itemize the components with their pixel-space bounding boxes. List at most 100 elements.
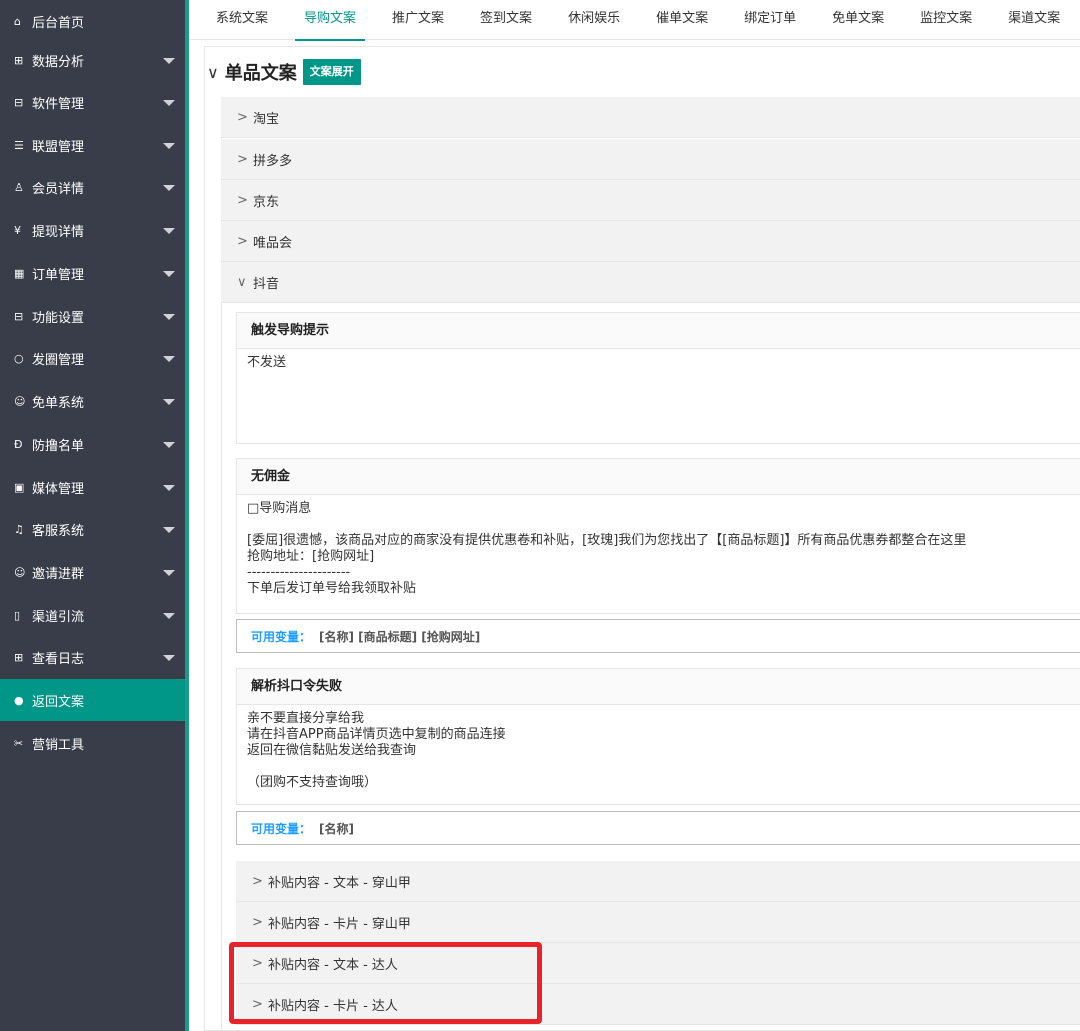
- yen-icon: ¥: [14, 223, 21, 237]
- sidebar-item-label: 订单管理: [32, 267, 85, 283]
- sidebar-item-label: 后台首页: [32, 15, 85, 31]
- columns-icon: ▯: [14, 608, 21, 622]
- accordion-subsidy-card-pangolin[interactable]: > 补贴内容 - 卡片 - 穿山甲: [236, 902, 1080, 943]
- sidebar-item-logs[interactable]: ⊞ 查看日志: [0, 636, 185, 678]
- chevron-down-icon: ∨: [237, 274, 247, 290]
- tab-bind-order[interactable]: 绑定订单: [717, 0, 805, 40]
- chart-icon: ⊞: [14, 53, 24, 67]
- sidebar-item-label: 软件管理: [32, 96, 85, 112]
- caret-down-icon: [163, 228, 175, 234]
- sidebar-item-members[interactable]: ♙ 会员详情: [0, 166, 185, 208]
- sidebar-item-label: 联盟管理: [32, 139, 85, 155]
- sidebar-item-label: 营销工具: [32, 737, 85, 753]
- parse-fail-textarea[interactable]: 亲不要直接分享给我 请在抖音APP商品详情页选中复制的商品连接 返回在微信黏贴发…: [237, 705, 1080, 797]
- sidebar-item-blacklist[interactable]: Ð 防撸名单: [0, 423, 185, 465]
- expand-copy-button[interactable]: 文案展开: [302, 59, 361, 85]
- caret-down-icon: [163, 271, 175, 277]
- panel-parse-fail: 解析抖口令失败 亲不要直接分享给我 请在抖音APP商品详情页选中复制的商品连接 …: [236, 668, 1080, 805]
- sidebar-item-withdraw[interactable]: ¥ 提现详情: [0, 209, 185, 251]
- accordion-label: 拼多多: [253, 153, 293, 169]
- caret-down-icon: [163, 485, 175, 491]
- shield-icon: Ð: [14, 437, 23, 451]
- sidebar-item-label: 渠道引流: [32, 609, 85, 625]
- tab-bar: 系统文案 导购文案 推广文案 签到文案 休闲娱乐 催单文案 绑定订单 免单文案 …: [189, 0, 1080, 41]
- caret-down-icon: [163, 442, 175, 448]
- table-icon: ▦: [14, 266, 25, 280]
- sidebar-item-software[interactable]: ⊟ 软件管理: [0, 81, 185, 123]
- scissors-icon: ✂: [14, 736, 24, 750]
- annotation-highlight-box: [229, 942, 542, 1024]
- bell-icon: ♫: [14, 522, 24, 536]
- sidebar-item-label: 会员详情: [32, 181, 85, 197]
- panel-title: 解析抖口令失败: [237, 669, 1080, 705]
- sidebar-item-label: 查看日志: [32, 651, 85, 667]
- caret-down-icon: [163, 356, 175, 362]
- tab-order-reminder[interactable]: 催单文案: [629, 0, 717, 40]
- list-icon: ☰: [14, 138, 24, 152]
- sidebar-item-channel[interactable]: ▯ 渠道引流: [0, 594, 185, 636]
- chevron-right-icon: >: [252, 873, 263, 889]
- accordion-vip[interactable]: > 唯品会: [221, 221, 1080, 262]
- sidebar-item-moments[interactable]: ○ 发圈管理: [0, 337, 185, 379]
- caret-down-icon: [163, 655, 175, 661]
- sidebar-item-label: 功能设置: [32, 310, 85, 326]
- smile-icon: ☺: [14, 394, 26, 408]
- sidebar-item-marketing[interactable]: ✂ 营销工具: [0, 722, 185, 764]
- accordion-label: 京东: [253, 194, 280, 210]
- chevron-right-icon: >: [237, 109, 248, 125]
- sidebar-item-label: 客服系统: [32, 523, 85, 539]
- chevron-down-icon: ∨: [207, 62, 219, 82]
- panel-no-commission: 无佣金 □导购消息 [委屈]很遗憾，该商品对应的商家没有提供优惠卷和补贴，[玫瑰…: [236, 458, 1080, 614]
- sidebar-item-support[interactable]: ♫ 客服系统: [0, 508, 185, 550]
- tab-monitor[interactable]: 监控文案: [893, 0, 981, 40]
- no-commission-textarea[interactable]: □导购消息 [委屈]很遗憾，该商品对应的商家没有提供优惠卷和补贴，[玫瑰]我们为…: [237, 495, 1080, 603]
- sidebar-item-free-order[interactable]: ☺ 免单系统: [0, 380, 185, 422]
- variables-label: 可用变量：: [251, 629, 312, 644]
- caret-down-icon: [163, 570, 175, 576]
- sidebar-item-media[interactable]: ▣ 媒体管理: [0, 466, 185, 508]
- sidebar-item-label: 免单系统: [32, 395, 85, 411]
- section-header[interactable]: ∨ 单品文案 文案展开: [207, 58, 361, 86]
- tab-leisure[interactable]: 休闲娱乐: [541, 0, 629, 40]
- caret-down-icon: [163, 100, 175, 106]
- accordion-subsidy-text-pangolin[interactable]: > 补贴内容 - 文本 - 穿山甲: [236, 861, 1080, 902]
- tab-system-copy[interactable]: 系统文案: [189, 0, 277, 40]
- variables-value: [名称] [商品标题] [抢购网址]: [319, 629, 481, 644]
- trigger-tip-textarea[interactable]: 不发送: [237, 349, 1080, 377]
- sidebar-item-alliance[interactable]: ☰ 联盟管理: [0, 124, 185, 166]
- accordion-jd[interactable]: > 京东: [221, 180, 1080, 221]
- tab-free-order[interactable]: 免单文案: [805, 0, 893, 40]
- sidebar-item-orders[interactable]: ▦ 订单管理: [0, 252, 185, 294]
- sidebar-item-home[interactable]: ⌂ 后台首页: [0, 0, 185, 42]
- sidebar-item-invite-group[interactable]: ☺ 邀请进群: [0, 551, 185, 593]
- tab-promotion[interactable]: 推广文案: [365, 0, 453, 40]
- accordion-douyin[interactable]: ∨ 抖音: [221, 262, 1080, 303]
- sidebar-item-reply-copy[interactable]: ● 返回文案: [0, 679, 185, 721]
- home-icon: ⌂: [14, 14, 21, 28]
- sidebar-item-settings[interactable]: ⊟ 功能设置: [0, 295, 185, 337]
- panel-title: 触发导购提示: [237, 313, 1080, 349]
- sidebar-item-data-analysis[interactable]: ⊞ 数据分析: [0, 39, 185, 81]
- variables-bar: 可用变量： [名称]: [236, 811, 1080, 845]
- accordion-label: 补贴内容 - 卡片 - 穿山甲: [268, 916, 411, 932]
- main-area: 系统文案 导购文案 推广文案 签到文案 休闲娱乐 催单文案 绑定订单 免单文案 …: [189, 0, 1080, 1031]
- accordion-label: 淘宝: [253, 111, 280, 127]
- tab-shopping-guide[interactable]: 导购文案: [277, 0, 366, 41]
- tab-channel[interactable]: 渠道文案: [981, 0, 1069, 40]
- chat-icon: ●: [14, 693, 24, 707]
- panel-title: 无佣金: [237, 459, 1080, 495]
- caret-down-icon: [163, 314, 175, 320]
- circle-icon: ○: [14, 351, 24, 365]
- user-icon: ♙: [14, 180, 24, 194]
- caret-down-icon: [163, 58, 175, 64]
- sidebar-item-label: 返回文案: [32, 694, 85, 710]
- sidebar: ⌂ 后台首页 ⊞ 数据分析 ⊟ 软件管理 ☰ 联盟管理 ♙ 会员详情 ¥ 提现详…: [0, 0, 185, 1031]
- chevron-right-icon: >: [252, 914, 263, 930]
- variables-value: [名称]: [319, 821, 354, 836]
- accordion-pinduoduo[interactable]: > 拼多多: [221, 139, 1080, 180]
- apps-icon: ⊟: [14, 95, 24, 109]
- accordion-taobao[interactable]: > 淘宝: [221, 97, 1080, 138]
- chevron-right-icon: >: [237, 233, 248, 249]
- tab-checkin[interactable]: 签到文案: [453, 0, 541, 40]
- caret-down-icon: [163, 527, 175, 533]
